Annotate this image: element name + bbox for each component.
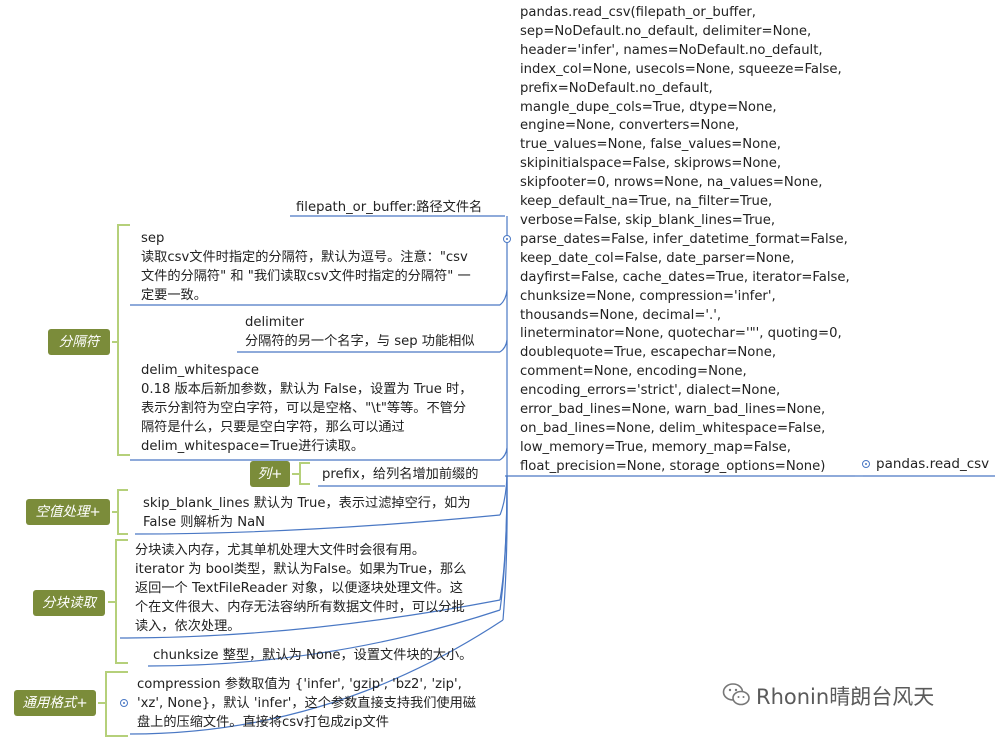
read-csv-signature-node[interactable]: pandas.read_csv(filepath_or_buffer, sep=N…	[520, 4, 850, 477]
signature-line: sep=NoDefault.no_default, delimiter=None…	[520, 23, 812, 39]
iterator-node[interactable]: 分块读入内存，尤其单机处理大文件时会很有用。 iterator 为 bool类型…	[135, 541, 466, 636]
signature-line: prefix=NoDefault.no_default,	[520, 80, 713, 96]
iterator-line: 返回一个 TextFileReader 对象，以便逐块处理文件。这	[135, 581, 463, 596]
compression-node[interactable]: compression 参数取值为 {'infer', 'gzip', 'bz2…	[137, 675, 476, 732]
category-general-format-label: 通用格式+	[22, 695, 88, 711]
signature-line: float_precision=None, storage_options=No…	[520, 458, 826, 474]
signature-line: pandas.read_csv(filepath_or_buffer,	[520, 5, 756, 20]
sep-line: 文件的分隔符" 和 "我们读取csv文件时指定的分隔符" 一	[141, 269, 471, 284]
signature-line: index_col=None, usecols=None, squeeze=Fa…	[520, 61, 842, 77]
signature-line: mangle_dupe_cols=True, dtype=None,	[520, 99, 777, 115]
delim-whitespace-line: 隔符是什么，只要是空白字符，那么可以通过	[141, 420, 405, 435]
signature-line: dayfirst=False, cache_dates=True, iterat…	[520, 269, 850, 285]
category-chunk-reading[interactable]: 分块读取	[33, 590, 105, 616]
category-chunk-reading-label: 分块读取	[42, 595, 96, 611]
iterator-line: 个在文件很大、内存无法容纳所有数据文件时，可以分批	[135, 600, 465, 615]
signature-line: parse_dates=False, infer_datetime_format…	[520, 231, 848, 247]
signature-line: keep_date_col=False, date_parser=None,	[520, 250, 795, 266]
skip-blank-lines-line: skip_blank_lines 默认为 True，表示过滤掉空行，如为	[143, 496, 471, 511]
category-general-format[interactable]: 通用格式+	[14, 690, 96, 716]
iterator-line: 分块读入内存，尤其单机处理大文件时会很有用。	[135, 543, 426, 558]
delim-whitespace-line: delim_whitespace=True进行读取。	[141, 439, 365, 454]
category-separator-label: 分隔符	[58, 334, 100, 350]
wechat-icon	[722, 683, 750, 706]
signature-line: thousands=None, decimal='.',	[520, 307, 722, 323]
delim-whitespace-line: 表示分割符为空白字符，可以是空格、"\t"等等。不管分	[141, 401, 467, 416]
sep-line: sep	[141, 231, 165, 246]
skip-blank-lines-node[interactable]: skip_blank_lines 默认为 True，表示过滤掉空行，如为 Fal…	[143, 494, 471, 532]
signature-line: doublequote=True, escapechar=None,	[520, 345, 777, 361]
signature-line: skipinitialspace=False, skiprows=None,	[520, 156, 782, 172]
category-null-handling-label: 空值处理+	[35, 504, 101, 520]
root-label: pandas.read_csv	[876, 456, 990, 472]
signature-line: on_bad_lines=None, delim_whitespace=Fals…	[520, 420, 826, 436]
signature-line: verbose=False, skip_blank_lines=True,	[520, 212, 776, 228]
delim-whitespace-line: 0.18 版本后新加参数，默认为 False，设置为 True 时，	[141, 382, 473, 397]
signature-line: lineterminator=None, quotechar='"', quot…	[520, 326, 842, 342]
signature-line: header='infer', names=NoDefault.no_defau…	[520, 42, 823, 58]
category-columns-label: 列+	[257, 466, 283, 482]
filepath-text: filepath_or_buffer:路径文件名	[296, 200, 483, 215]
category-columns[interactable]: 列+	[250, 461, 290, 487]
signature-line: chunksize=None, compression='infer',	[520, 288, 776, 304]
delimiter-line: delimiter	[245, 315, 305, 330]
skip-blank-lines-line: False 则解析为 NaN	[143, 515, 266, 530]
compression-line: 盘上的压缩文件。直接将csv打包成zip文件	[137, 715, 389, 730]
iterator-line: 读入，依次处理。	[135, 619, 241, 634]
prefix-text: prefix，给列名增加前缀的	[322, 467, 479, 482]
chunksize-node[interactable]: chunksize 整型，默认为 None，设置文件块的大小。	[153, 646, 472, 665]
root-node[interactable]: pandas.read_csv	[876, 454, 989, 474]
delimiter-node[interactable]: delimiter 分隔符的另一个名字，与 sep 功能相似	[245, 313, 475, 351]
signature-line: skipfooter=0, nrows=None, na_values=None…	[520, 175, 823, 191]
signature-line: comment=None, encoding=None,	[520, 364, 747, 380]
sep-line: 定要一致。	[141, 288, 207, 303]
category-separator[interactable]: 分隔符	[48, 329, 110, 355]
delim-whitespace-node[interactable]: delim_whitespace 0.18 版本后新加参数，默认为 False，…	[141, 361, 472, 456]
compression-line: 'xz', None}，默认 'infer'，这个参数直接支持我们使用磁	[137, 696, 476, 711]
iterator-line: iterator 为 bool类型，默认为False。如果为True，那么	[135, 562, 467, 577]
watermark-text: Rhonin晴朗台风天	[756, 685, 935, 709]
delim-whitespace-line: delim_whitespace	[141, 363, 260, 378]
signature-line: error_bad_lines=None, warn_bad_lines=Non…	[520, 402, 826, 418]
delimiter-line: 分隔符的另一个名字，与 sep 功能相似	[245, 334, 475, 349]
signature-line: keep_default_na=True, na_filter=True,	[520, 194, 773, 210]
signature-line: engine=None, converters=None,	[520, 118, 740, 134]
sep-node[interactable]: sep 读取csv文件时指定的分隔符，默认为逗号。注意："csv 文件的分隔符"…	[141, 229, 471, 305]
chunksize-text: chunksize 整型，默认为 None，设置文件块的大小。	[153, 648, 473, 663]
filepath-node[interactable]: filepath_or_buffer:路径文件名	[296, 198, 482, 217]
category-null-handling[interactable]: 空值处理+	[26, 499, 110, 525]
signature-line: low_memory=True, memory_map=False,	[520, 439, 791, 455]
compression-line: compression 参数取值为 {'infer', 'gzip', 'bz2…	[137, 677, 462, 692]
prefix-node[interactable]: prefix，给列名增加前缀的	[322, 465, 478, 484]
signature-line: true_values=None, false_values=None,	[520, 137, 781, 153]
signature-line: encoding_errors='strict', dialect=None,	[520, 383, 781, 399]
sep-line: 读取csv文件时指定的分隔符，默认为逗号。注意："csv	[141, 250, 468, 265]
